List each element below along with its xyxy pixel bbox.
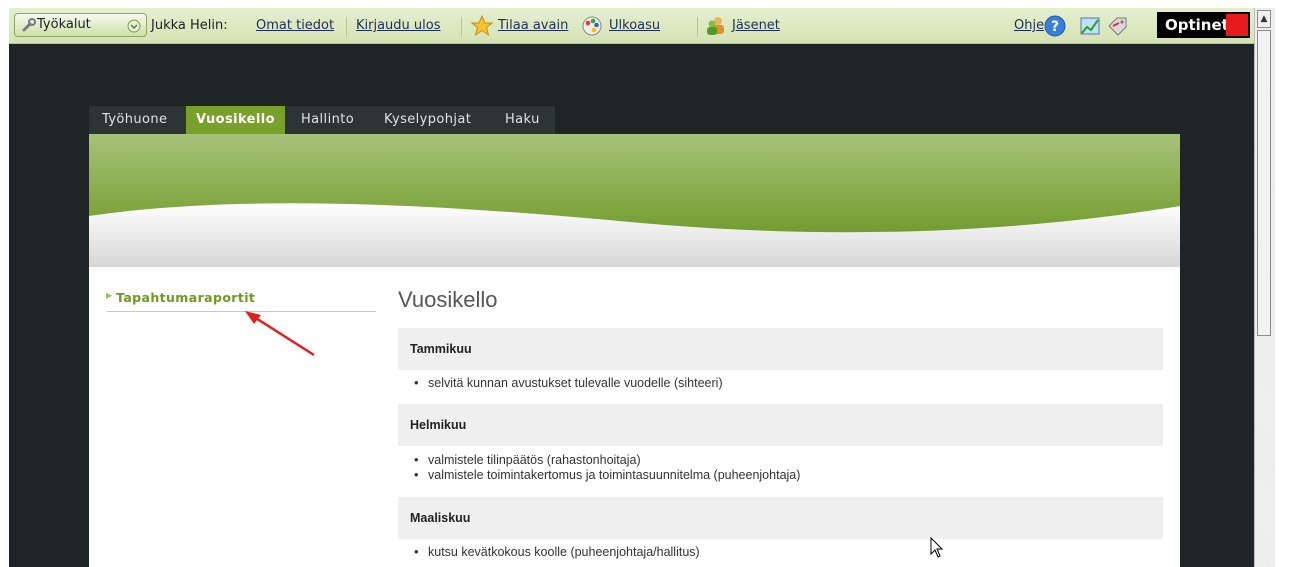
toolbar-separator: [346, 17, 347, 37]
header-banner: [89, 134, 1180, 267]
mouse-cursor-icon: [930, 537, 944, 558]
chart-icon[interactable]: [1079, 15, 1101, 37]
appearance-link[interactable]: Ulkoasu: [609, 18, 660, 33]
star-icon: [471, 15, 493, 37]
right-margin: [1275, 0, 1299, 567]
tools-label: Työkalut: [37, 17, 91, 32]
my-info-link[interactable]: Omat tiedot: [256, 18, 334, 33]
red-annotation-arrow-icon: [245, 311, 315, 357]
optinet-logo[interactable]: Optinet: [1157, 12, 1250, 38]
members-icon: [707, 17, 724, 35]
task-item: kutsu kevätkokous koolle (puheenjohtaja/…: [414, 544, 700, 559]
tab-kyselypohjat[interactable]: Kyselypohjat: [384, 106, 471, 134]
tab-tyohuone[interactable]: Työhuone: [102, 106, 167, 134]
bullet-arrow-icon: ▶: [106, 291, 113, 300]
palette-icon: [582, 16, 602, 36]
scrollbar-thumb[interactable]: [1257, 30, 1271, 336]
user-name-label: Jukka Helin:: [151, 18, 228, 33]
task-item: valmistele toimintakertomus ja toimintas…: [414, 467, 800, 482]
scroll-up-arrow-icon[interactable]: ▲: [1257, 10, 1271, 28]
task-item: valmistele tilinpäätös (rahastonhoitaja): [414, 452, 641, 467]
tools-dropdown-button[interactable]: Työkalut: [14, 13, 147, 37]
top-toolbar: Työkalut Jukka Helin: Omat tiedot Kirjau…: [9, 8, 1254, 44]
tab-hallinto[interactable]: Hallinto: [301, 106, 354, 134]
toolbar-separator: [461, 17, 462, 37]
wrench-icon: [22, 18, 36, 32]
tab-haku[interactable]: Haku: [505, 106, 540, 134]
sidebar-link-tapahtumaraportit[interactable]: Tapahtumaraportit: [116, 290, 255, 305]
brand-label: Optinet: [1165, 16, 1229, 34]
brand-red-square: [1226, 14, 1248, 36]
tab-vuosikello[interactable]: Vuosikello: [186, 106, 285, 134]
chevron-down-icon: [127, 19, 141, 33]
logout-link[interactable]: Kirjaudu ulos: [356, 18, 441, 33]
svg-text:?: ?: [1051, 19, 1059, 35]
task-item: selvitä kunnan avustukset tulevalle vuod…: [414, 375, 723, 390]
content-area: ▶ Tapahtumaraportit Vuosikello Tammikuu …: [89, 267, 1180, 567]
month-header-tammikuu: Tammikuu: [398, 328, 1163, 370]
help-link[interactable]: Ohje: [1014, 18, 1044, 33]
page-title: Vuosikello: [398, 287, 498, 312]
month-header-maaliskuu: Maaliskuu: [398, 497, 1163, 539]
order-key-link[interactable]: Tilaa avain: [498, 18, 568, 33]
members-link[interactable]: Jäsenet: [732, 18, 780, 33]
main-navigation: Työhuone Vuosikello Hallinto Kyselypohja…: [89, 106, 555, 134]
toolbar-separator: [697, 17, 698, 37]
month-header-helmikuu: Helmikuu: [398, 404, 1163, 446]
left-gutter: [0, 0, 9, 567]
help-icon[interactable]: ?: [1044, 15, 1066, 37]
tag-icon[interactable]: [1107, 15, 1129, 37]
